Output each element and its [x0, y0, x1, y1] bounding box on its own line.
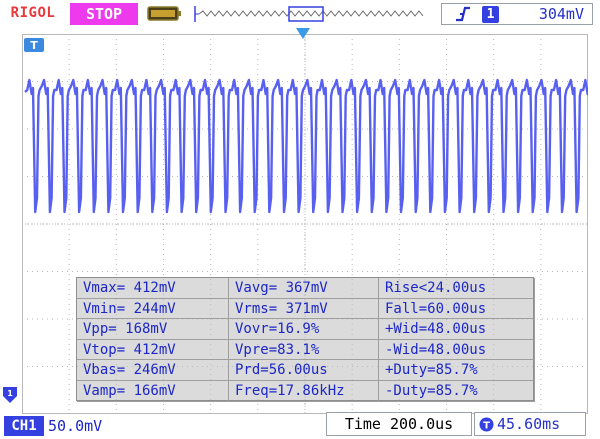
measurement-cell: Vbas= 246mV — [77, 360, 229, 381]
measurement-cell: +Wid=48.00us — [379, 319, 535, 340]
measurement-cell: +Duty=85.7% — [379, 360, 535, 381]
measurement-panel: Vmax= 412mV Vavg= 367mV Rise<24.00us Vmin= … — [76, 277, 535, 402]
channel-1-waveform — [24, 78, 588, 214]
brand-logo: RIGOL — [4, 3, 62, 23]
channel-scale: 50.0mV — [48, 417, 103, 435]
measurement-cell: Rise<24.00us — [379, 278, 535, 299]
trigger-level: 304mV — [538, 5, 584, 23]
measurement-cell: Fall=60.00us — [379, 298, 535, 320]
measurement-cell: Prd=56.00us — [229, 360, 379, 381]
measurement-cell: Vmin= 244mV — [77, 298, 229, 320]
channel-label: CH1 — [4, 416, 44, 436]
measurement-cell: -Wid=48.00us — [379, 339, 535, 361]
measurement-cell: Vamp= 166mV — [77, 380, 229, 402]
channel-marker-icon[interactable]: T — [24, 38, 44, 52]
measurement-cell: Vpre=83.1% — [229, 339, 379, 361]
trigger-source-badge: 1 — [482, 6, 499, 23]
delay-readout[interactable]: T 45.60ms — [474, 412, 586, 436]
measurement-cell: Vtop= 412mV — [77, 339, 229, 361]
measurement-cell: Vmax= 412mV — [77, 278, 229, 299]
trigger-status[interactable]: 1 304mV — [441, 3, 593, 25]
svg-text:T: T — [30, 39, 38, 52]
measurement-cell: -Duty=85.7% — [379, 380, 535, 402]
measurement-cell: Vpp= 168mV — [77, 319, 229, 340]
timebase-readout[interactable]: Time 200.0us — [326, 412, 472, 436]
channel-scale-box[interactable]: CH1 50.0mV — [4, 416, 142, 436]
svg-text:T: T — [483, 421, 490, 432]
trigger-position-icon[interactable] — [296, 28, 310, 40]
measurement-cell: Vrms= 371mV — [229, 298, 379, 320]
memory-depth-icon — [194, 6, 424, 22]
battery-icon — [147, 6, 181, 21]
delay-value: 45.60ms — [497, 415, 561, 433]
reference-marker-icon[interactable]: 1 — [3, 387, 17, 403]
rising-edge-icon — [456, 6, 470, 22]
measurement-cell: Freq=17.86kHz — [229, 380, 379, 402]
run-state-badge[interactable]: STOP — [70, 3, 138, 25]
measurement-cell: Vovr=16.9% — [229, 319, 379, 340]
delay-icon: T — [479, 417, 494, 432]
measurement-cell: Vavg= 367mV — [229, 278, 379, 299]
svg-text:1: 1 — [7, 389, 13, 398]
